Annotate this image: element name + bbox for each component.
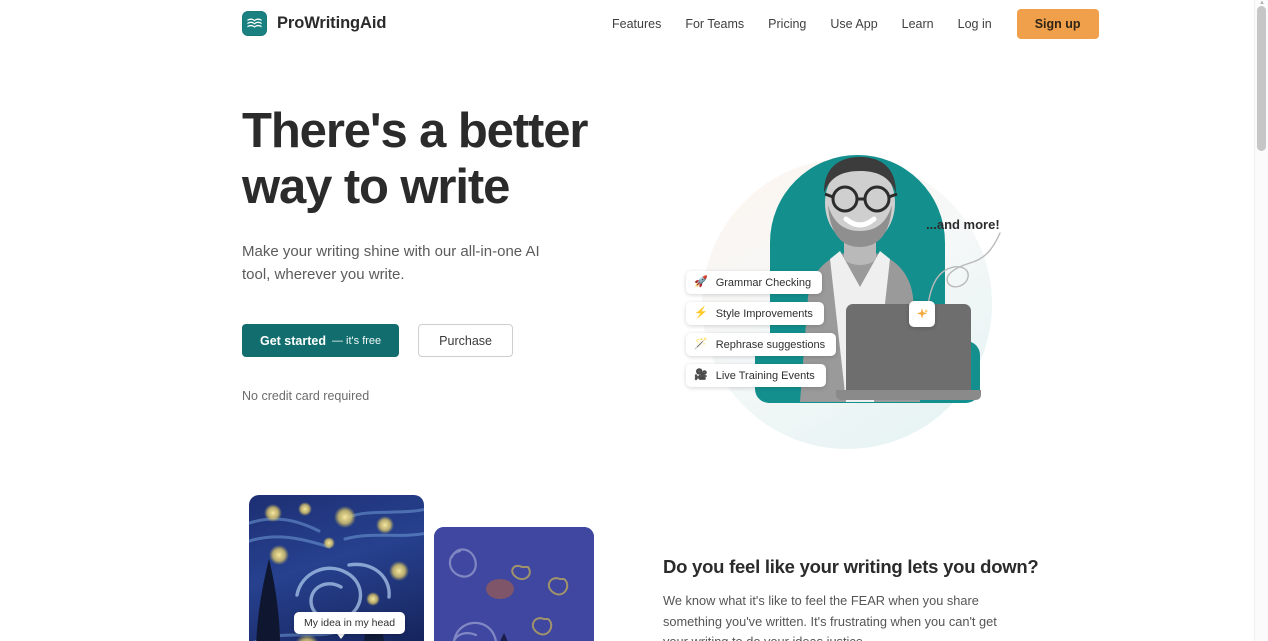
section2-copy: Do you feel like your writing lets you d… bbox=[663, 556, 1039, 641]
brand-logo-link[interactable]: ProWritingAid bbox=[242, 11, 386, 36]
nav-item-use-app[interactable]: Use App bbox=[818, 12, 889, 37]
comparison-cards: My idea in my head bbox=[249, 495, 629, 641]
brand-name: ProWritingAid bbox=[277, 14, 387, 32]
nav-item-pricing[interactable]: Pricing bbox=[756, 12, 818, 37]
sparkle-icon bbox=[909, 301, 935, 327]
get-started-label: Get started bbox=[260, 333, 326, 348]
idea-caption: My idea in my head bbox=[294, 612, 406, 634]
browser-viewport: ProWritingAid Features For Teams Pricing… bbox=[0, 0, 1268, 641]
feature-chip-grammar-checking[interactable]: 🚀 Grammar Checking bbox=[686, 271, 823, 294]
hero-title: There's a better way to write bbox=[242, 104, 642, 216]
hero-subtitle: Make your writing shine with our all-in-… bbox=[242, 242, 540, 283]
hero-actions: Get started — it's free Purchase bbox=[242, 324, 642, 358]
page-scrollbar[interactable]: ▲ bbox=[1254, 0, 1268, 641]
illustration-laptop-base bbox=[836, 390, 981, 400]
hero-title-line-2: way to write bbox=[242, 159, 510, 214]
nav-item-features[interactable]: Features bbox=[600, 12, 673, 37]
feature-chip-style-improvements[interactable]: ⚡ Style Improvements bbox=[686, 302, 824, 325]
book-logo-icon bbox=[242, 11, 267, 36]
video-camera-icon: 🎥 bbox=[694, 369, 708, 381]
writing-lets-you-down-section: My idea in my head Do you feel like your… bbox=[0, 488, 1254, 641]
page-content: ProWritingAid Features For Teams Pricing… bbox=[0, 0, 1254, 641]
feature-chip-label: Style Improvements bbox=[715, 307, 813, 320]
no-credit-card-note: No credit card required bbox=[242, 389, 370, 404]
feature-chip-list: 🚀 Grammar Checking ⚡ Style Improvements … bbox=[686, 271, 837, 387]
get-started-button[interactable]: Get started — it's free bbox=[242, 324, 400, 358]
feature-chip-label: Live Training Events bbox=[715, 369, 815, 382]
hero-section: There's a better way to write Make your … bbox=[0, 48, 1254, 488]
rocket-icon: 🚀 bbox=[694, 276, 708, 288]
hero-illustration: 🚀 Grammar Checking ⚡ Style Improvements … bbox=[650, 103, 1050, 449]
scrollbar-thumb[interactable] bbox=[1257, 6, 1266, 151]
feature-chip-label: Rephrase suggestions bbox=[715, 338, 826, 351]
feature-chip-rephrase-suggestions[interactable]: 🪄 Rephrase suggestions bbox=[686, 333, 837, 356]
feature-chip-live-training-events[interactable]: 🎥 Live Training Events bbox=[686, 364, 826, 387]
get-started-free-note: — it's free bbox=[332, 334, 382, 347]
nav-item-learn[interactable]: Learn bbox=[890, 12, 946, 37]
section2-title: Do you feel like your writing lets you d… bbox=[663, 556, 1039, 577]
and-more-label: ...and more! bbox=[926, 217, 1000, 232]
nav-item-for-teams[interactable]: For Teams bbox=[673, 12, 756, 37]
hero-copy: There's a better way to write Make your … bbox=[242, 104, 642, 403]
purchase-button[interactable]: Purchase bbox=[418, 324, 513, 358]
feature-chip-label: Grammar Checking bbox=[715, 276, 812, 289]
lightning-icon: ⚡ bbox=[694, 307, 708, 319]
simplified-idea-card bbox=[434, 527, 594, 641]
main-navigation: Features For Teams Pricing Use App Learn… bbox=[600, 0, 1099, 48]
magic-wand-icon: 🪄 bbox=[694, 338, 708, 350]
hero-title-line-1: There's a better bbox=[242, 104, 588, 158]
and-more-squiggle-icon bbox=[927, 232, 1001, 306]
section2-body: We know what it's like to feel the FEAR … bbox=[663, 593, 997, 641]
nav-item-log-in[interactable]: Log in bbox=[946, 12, 1004, 37]
sign-up-button[interactable]: Sign up bbox=[1016, 8, 1099, 40]
site-header: ProWritingAid Features For Teams Pricing… bbox=[0, 0, 1254, 48]
